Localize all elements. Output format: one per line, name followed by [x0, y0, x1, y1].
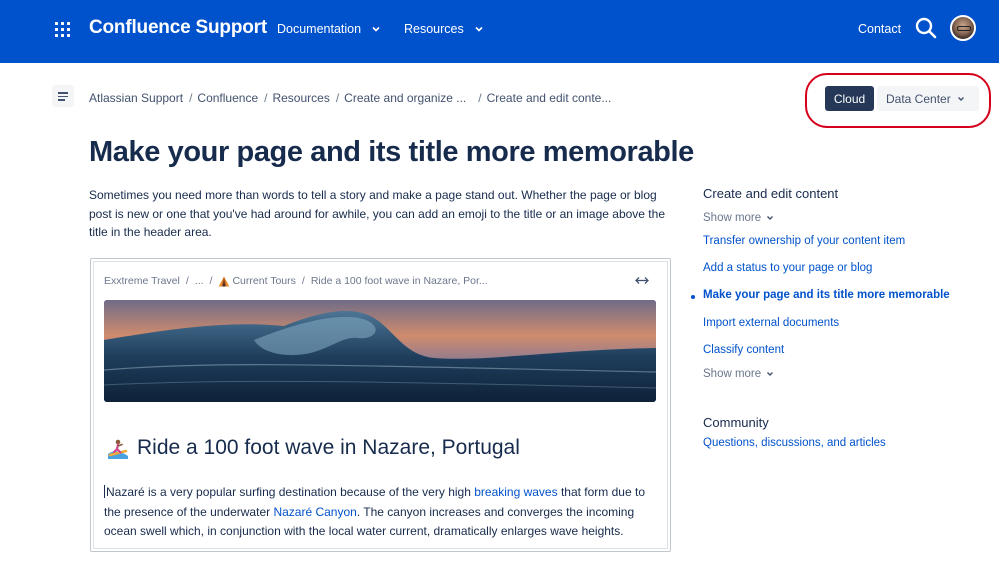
header-image-wave — [104, 300, 656, 402]
surfer-emoji-icon — [108, 439, 128, 459]
contact-link[interactable]: Contact — [858, 22, 901, 36]
example-body-text: Nazaré is a very popular surfing destina… — [104, 483, 660, 542]
example-crumb-item: Current Tours — [232, 275, 296, 287]
active-indicator — [691, 295, 695, 299]
table-of-contents-toggle[interactable] — [52, 85, 74, 107]
intro-paragraph: Sometimes you need more than words to te… — [89, 188, 665, 239]
breaking-waves-link[interactable]: breaking waves — [474, 485, 557, 499]
show-more-label: Show more — [703, 212, 762, 224]
breadcrumb: Atlassian Support / Confluence / Resourc… — [89, 91, 611, 105]
example-page-title: Ride a 100 foot wave in Nazare, Portugal — [137, 436, 520, 459]
top-navigation: Confluence Support Documentation Resourc… — [0, 0, 999, 63]
expand-width-icon — [635, 277, 649, 284]
app-switcher-icon[interactable] — [55, 22, 70, 37]
breadcrumb-separator: / — [478, 91, 482, 105]
tent-emoji-icon — [218, 276, 230, 286]
sidebar-link-add-status[interactable]: Add a status to your page or blog — [703, 262, 872, 274]
example-crumb-item: ... — [194, 275, 204, 287]
page-title: Make your page and its title more memora… — [89, 136, 694, 168]
nav-resources-label: Resources — [404, 22, 464, 36]
breadcrumb-separator: / — [189, 91, 193, 105]
breadcrumb-item[interactable]: Resources — [272, 91, 329, 105]
sidebar-section-title: Create and edit content — [703, 186, 839, 201]
breadcrumb-item[interactable]: Create and organize ... — [344, 91, 466, 105]
example-crumb-item: Ride a 100 foot wave in Nazare, Por... — [310, 275, 488, 287]
text-cursor — [104, 485, 105, 498]
example-breadcrumb: Exxtreme Travel / ... / Current Tours / … — [104, 275, 488, 287]
nav-documentation-label: Documentation — [277, 22, 362, 36]
sidebar-link-transfer-ownership[interactable]: Transfer ownership of your content item — [703, 235, 905, 247]
show-more-button[interactable]: Show more — [703, 212, 774, 224]
chevron-down-icon — [372, 26, 380, 32]
chevron-down-icon — [475, 26, 483, 32]
breadcrumb-separator: / — [335, 91, 340, 105]
sidebar-link-classify-content[interactable]: Classify content — [703, 344, 784, 356]
example-crumb-item: Exxtreme Travel — [104, 275, 180, 287]
show-more-button[interactable]: Show more — [703, 368, 774, 380]
breadcrumb-separator: / — [209, 275, 213, 287]
site-brand[interactable]: Confluence Support — [89, 17, 267, 39]
sidebar-link-import-documents[interactable]: Import external documents — [703, 317, 839, 329]
breadcrumb-item[interactable]: Confluence — [197, 91, 258, 105]
breadcrumb-item[interactable]: Atlassian Support — [89, 91, 183, 105]
community-title: Community — [703, 415, 769, 430]
breadcrumb-separator: / — [185, 275, 189, 287]
sidebar-link-make-memorable[interactable]: Make your page and its title more memora… — [703, 289, 950, 301]
user-avatar[interactable] — [950, 15, 976, 41]
nazare-canyon-link[interactable]: Nazaré Canyon — [273, 505, 356, 519]
example-body-part: Nazaré is a very popular surfing destina… — [106, 485, 475, 499]
breadcrumb-separator: / — [264, 91, 268, 105]
show-more-label: Show more — [703, 368, 762, 380]
breadcrumb-item[interactable]: Create and edit conte... — [487, 91, 612, 105]
community-link[interactable]: Questions, discussions, and articles — [703, 437, 886, 449]
chevron-down-icon — [767, 372, 774, 376]
highlight-annotation — [805, 73, 991, 128]
search-icon[interactable] — [915, 17, 937, 39]
breadcrumb-separator: / — [301, 275, 305, 287]
chevron-down-icon — [767, 216, 774, 220]
nav-documentation[interactable]: Documentation — [277, 22, 381, 36]
nav-resources[interactable]: Resources — [404, 22, 484, 36]
